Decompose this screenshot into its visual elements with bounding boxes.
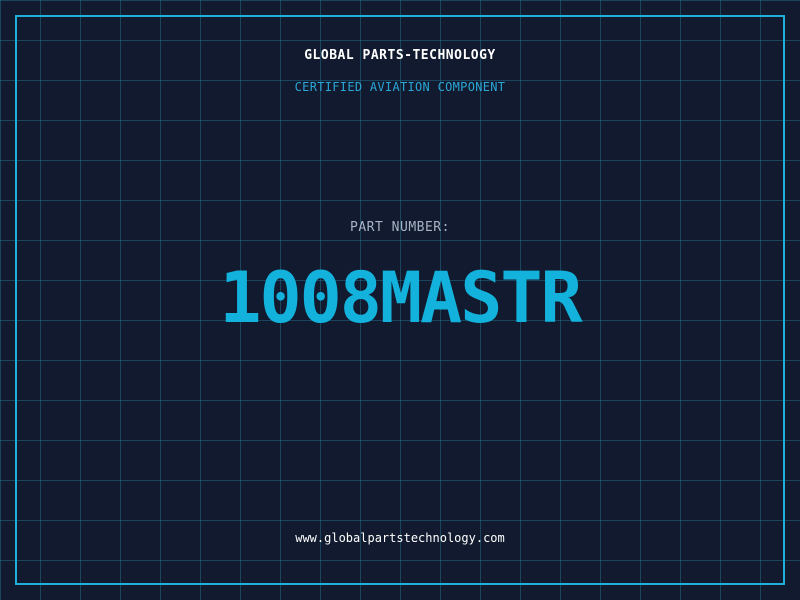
certification-tagline: CERTIFIED AVIATION COMPONENT [294, 80, 506, 94]
company-name: GLOBAL PARTS-TECHNOLOGY [304, 48, 496, 63]
part-number-label: PART NUMBER: [350, 220, 450, 235]
part-card: GLOBAL PARTS-TECHNOLOGY CERTIFIED AVIATI… [0, 0, 800, 600]
website-url: www.globalpartstechnology.com [295, 531, 505, 545]
part-number-value: 1008MASTR [219, 257, 582, 339]
